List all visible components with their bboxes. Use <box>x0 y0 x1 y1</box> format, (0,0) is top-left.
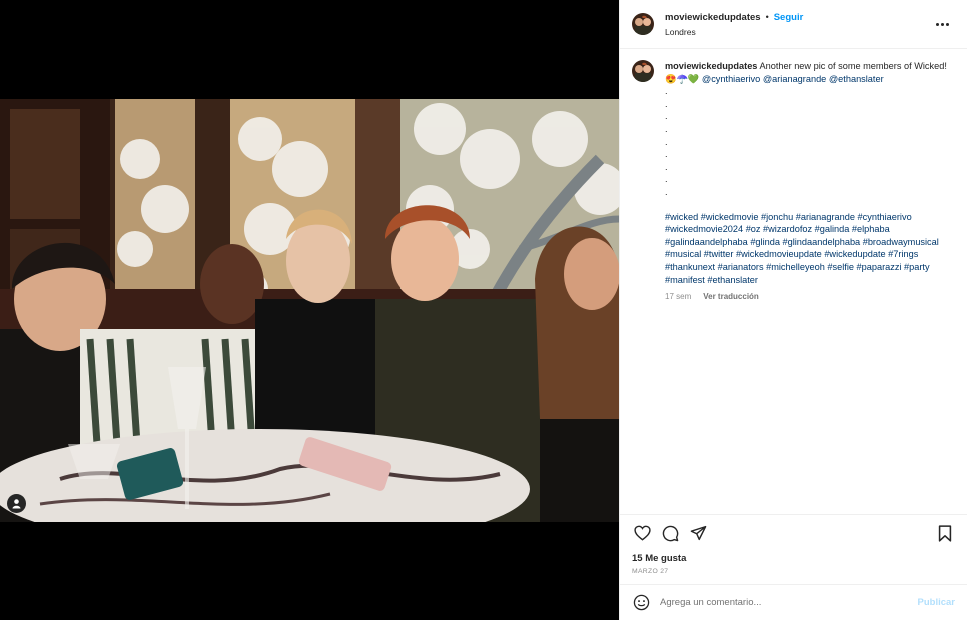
publish-button[interactable]: Publicar <box>918 597 956 608</box>
caption-dot: . <box>665 98 668 109</box>
emoji-icon[interactable] <box>632 594 650 612</box>
heart-icon[interactable] <box>632 523 652 543</box>
caption-dot: . <box>665 174 668 185</box>
see-translation-button[interactable]: Ver traducción <box>703 291 759 304</box>
caption-username[interactable]: moviewickedupdates <box>665 61 757 71</box>
mention-link[interactable]: @arianagrande <box>763 74 826 84</box>
caption-dot: . <box>665 136 668 147</box>
share-icon[interactable] <box>688 523 708 543</box>
caption-dots: . . . . . . . . . <box>665 85 955 198</box>
actions-area: 15 Me gusta MARZO 27 <box>620 514 967 584</box>
caption-dot: . <box>665 149 668 160</box>
hashtags[interactable]: #wicked #wickedmovie #jonchu #arianagran… <box>665 211 955 287</box>
comment-input[interactable] <box>660 597 918 608</box>
mention-link[interactable]: @ethanslater <box>829 74 884 84</box>
post-media <box>0 0 619 620</box>
caption-dot: . <box>665 161 668 172</box>
caption-dot: . <box>665 111 668 122</box>
action-icons <box>632 515 955 551</box>
mention-link[interactable]: @cynthiaerivo <box>702 74 760 84</box>
caption-dot: . <box>665 186 668 197</box>
tagged-user-icon[interactable] <box>7 494 26 513</box>
follow-button[interactable]: Seguir <box>774 12 804 23</box>
separator-dot: • <box>765 12 769 22</box>
caption-dot: . <box>665 86 668 97</box>
avatar[interactable] <box>632 13 654 35</box>
caption-text: moviewickedupdates Another new pic of so… <box>665 60 955 85</box>
post-header: moviewickedupdates • Seguir Londres <box>620 0 967 49</box>
post-date: MARZO 27 <box>632 568 669 575</box>
caption-area: moviewickedupdates Another new pic of so… <box>620 50 967 514</box>
more-options-icon[interactable] <box>932 19 953 30</box>
instagram-post: moviewickedupdates • Seguir Londres movi… <box>0 0 967 620</box>
bookmark-icon[interactable] <box>935 523 955 543</box>
likes-count[interactable]: 15 Me gusta <box>632 553 955 564</box>
time-ago: 17 sem <box>665 292 692 302</box>
post-side-panel: moviewickedupdates • Seguir Londres movi… <box>619 0 967 620</box>
caption-avatar[interactable] <box>632 60 654 82</box>
comment-box: Publicar <box>620 584 967 620</box>
caption-meta: 17 sem Ver traducción <box>665 291 955 304</box>
post-photo[interactable] <box>0 99 619 522</box>
group-photo-illustration <box>0 99 619 522</box>
location-link[interactable]: Londres <box>665 27 803 37</box>
caption-body: moviewickedupdates Another new pic of so… <box>665 60 955 514</box>
header-line: moviewickedupdates • Seguir <box>665 12 803 23</box>
username-link[interactable]: moviewickedupdates <box>665 12 761 23</box>
comment-icon[interactable] <box>660 523 680 543</box>
header-text: moviewickedupdates • Seguir Londres <box>665 12 803 37</box>
caption-dot: . <box>665 123 668 134</box>
